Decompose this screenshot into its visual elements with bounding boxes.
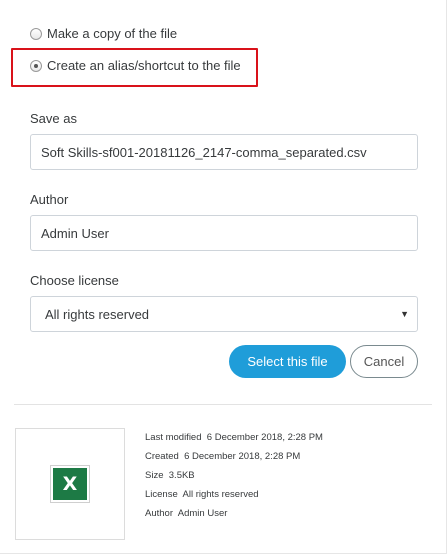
size-value: 3.5KB [168, 470, 195, 481]
create-alias-option[interactable]: Create an alias/shortcut to the file [30, 58, 241, 73]
license-info-label: License [145, 489, 178, 500]
last-modified-value: 6 December 2018, 2:28 PM [206, 432, 323, 443]
file-details: Last modified 6 December 2018, 2:28 PM C… [145, 428, 323, 523]
file-thumbnail: X [15, 428, 125, 540]
create-alias-radio[interactable] [30, 59, 42, 72]
author-info-value: Admin User [177, 508, 228, 519]
license-selected-value: All rights reserved [45, 306, 150, 322]
save-as-value: Soft Skills-sf001-20181126_2147-comma_se… [41, 144, 367, 160]
save-as-label: Save as [30, 111, 77, 126]
create-alias-label: Create an alias/shortcut to the file [47, 58, 241, 73]
license-row: License All rights reserved [145, 485, 323, 504]
chevron-down-icon: ▼ [400, 309, 409, 319]
save-as-input[interactable]: Soft Skills-sf001-20181126_2147-comma_se… [30, 134, 418, 170]
size-label: Size [145, 470, 164, 481]
cancel-button[interactable]: Cancel [350, 345, 418, 378]
select-this-file-button[interactable]: Select this file [229, 345, 346, 378]
make-copy-label: Make a copy of the file [47, 26, 178, 41]
make-copy-option[interactable]: Make a copy of the file [30, 26, 177, 41]
author-info-label: Author [145, 508, 173, 519]
excel-icon-letter: X [62, 473, 78, 495]
size-row: Size 3.5KB [145, 466, 323, 485]
created-label: Created [145, 451, 179, 462]
last-modified-row: Last modified 6 December 2018, 2:28 PM [145, 428, 323, 447]
author-value: Admin User [41, 225, 109, 241]
license-info-value: All rights reserved [182, 489, 259, 500]
last-modified-label: Last modified [145, 432, 202, 443]
license-label: Choose license [30, 273, 119, 288]
author-input[interactable]: Admin User [30, 215, 418, 251]
author-row: Author Admin User [145, 504, 323, 523]
excel-file-icon: X [50, 465, 90, 503]
make-copy-radio[interactable] [30, 27, 42, 40]
created-row: Created 6 December 2018, 2:28 PM [145, 447, 323, 466]
license-select[interactable]: All rights reserved ▼ [30, 296, 418, 332]
author-label: Author [30, 192, 69, 207]
divider [14, 404, 432, 405]
created-value: 6 December 2018, 2:28 PM [184, 451, 301, 462]
